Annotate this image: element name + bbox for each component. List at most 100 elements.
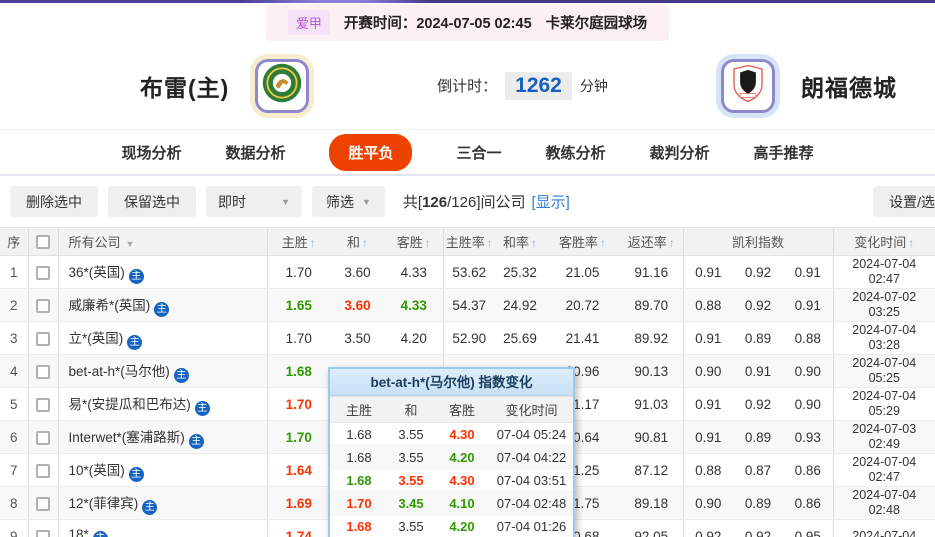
page: 爱甲 开赛时间：2024-07-05 02:45 卡莱尔庭园球场 布雷(主) 倒…: [0, 0, 935, 537]
change-time-cell: 2024-07-02 03:25: [833, 288, 935, 322]
select-all-checkbox[interactable]: [36, 235, 50, 250]
company-cell[interactable]: bet-at-h*(马尔他) 主: [58, 354, 268, 388]
home-rate-cell: 54.37: [443, 288, 495, 322]
filter-caret-icon: ▼: [125, 239, 135, 249]
draw-rate-cell: 25.69: [495, 321, 545, 355]
company-cell[interactable]: 36*(英国) 主: [58, 255, 268, 289]
tab-coach-analysis[interactable]: 教练分析: [546, 142, 606, 163]
kelly-away-cell: 0.90: [783, 354, 834, 388]
tab-referee-analysis[interactable]: 裁判分析: [650, 142, 710, 163]
tab-data-analysis[interactable]: 数据分析: [225, 142, 285, 163]
away-odds-cell: 4.20: [385, 321, 444, 355]
change-time-cell: 2024-07-03 02:49: [833, 420, 935, 454]
company-name: Interwet*(塞浦路斯): [68, 429, 185, 445]
tab-win-draw-lose[interactable]: 胜平负: [329, 133, 413, 171]
popup-header-time: 变化时间: [490, 396, 573, 423]
kelly-home-cell: 0.88: [683, 453, 733, 487]
row-seq: 4: [0, 354, 29, 388]
header-company[interactable]: 所有公司 ▼: [58, 227, 268, 256]
tab-expert-picks[interactable]: 高手推荐: [754, 142, 814, 163]
keep-selected-button[interactable]: 保留选中: [108, 186, 196, 217]
away-team-logo: [721, 58, 775, 113]
sort-asc-icon: ↑: [486, 236, 493, 250]
home-odds-cell: 1.64: [267, 453, 330, 487]
kelly-home-cell: 0.91: [683, 420, 733, 454]
home-badge-icon: 主: [142, 499, 158, 515]
kelly-home-cell: 0.90: [683, 486, 733, 520]
row-checkbox[interactable]: [36, 397, 50, 412]
header-draw-odds[interactable]: 和 ↑: [330, 227, 385, 256]
row-seq: 6: [0, 420, 29, 454]
row-checkbox-cell: [28, 486, 59, 520]
header-return-rate[interactable]: 返还率 ↑: [620, 227, 684, 256]
home-badge-icon: 主: [92, 530, 108, 537]
header-home-rate[interactable]: 主胜率 ↑: [443, 227, 495, 256]
tab-three-in-one[interactable]: 三合一: [456, 142, 501, 163]
draw-odds-cell: 3.60: [330, 255, 385, 289]
header-draw-rate[interactable]: 和率 ↑: [495, 227, 545, 256]
countdown: 倒计时： 1262 分钟: [437, 71, 608, 100]
company-cell[interactable]: 立*(英国) 主: [58, 321, 268, 355]
company-name: 18*: [68, 526, 89, 537]
kelly-draw-cell: 0.89: [733, 420, 783, 454]
kelly-draw-cell: 0.89: [733, 486, 783, 520]
popup-home-odds: 1.68: [330, 514, 388, 537]
popup-draw-odds: 3.55: [388, 445, 434, 469]
row-checkbox[interactable]: [36, 463, 50, 478]
popup-draw-odds: 3.55: [388, 422, 434, 446]
popup-draw-odds: 3.45: [388, 491, 434, 515]
company-cell[interactable]: 易*(安提瓜和巴布达) 主: [58, 387, 268, 421]
header-away-odds[interactable]: 客胜 ↑: [385, 227, 444, 256]
delete-selected-button[interactable]: 删除选中: [10, 186, 98, 217]
row-checkbox[interactable]: [36, 529, 50, 537]
home-badge-icon: 主: [188, 433, 204, 449]
popup-row: 1.68 3.55 4.20 07-04 04:22: [330, 445, 573, 469]
row-checkbox[interactable]: [36, 496, 50, 511]
company-cell[interactable]: Interwet*(塞浦路斯) 主: [58, 420, 268, 454]
match-info-box: 爱甲 开赛时间：2024-07-05 02:45 卡莱尔庭园球场: [265, 4, 670, 41]
return-rate-cell: 87.12: [620, 453, 684, 487]
home-crest-icon: [260, 61, 304, 110]
row-seq: 5: [0, 387, 29, 421]
company-name: 12*(菲律宾): [68, 495, 139, 511]
instant-dropdown[interactable]: 即时 ▼: [206, 186, 302, 217]
filter-dropdown[interactable]: 筛选 ▼: [312, 186, 385, 217]
popup-header-home: 主胜: [330, 396, 388, 423]
company-cell[interactable]: 10*(英国) 主: [58, 453, 268, 487]
home-odds-cell: 1.74: [267, 519, 330, 537]
row-checkbox[interactable]: [36, 331, 50, 346]
table-row: 1 36*(英国) 主 1.70 3.60 4.33 53.62 25.32 21…: [0, 255, 935, 289]
settings-button[interactable]: 设置/选: [873, 186, 935, 217]
header-away-rate[interactable]: 客胜率 ↑: [545, 227, 620, 256]
popup-change-time: 07-04 05:24: [490, 422, 573, 446]
header-home-odds[interactable]: 主胜 ↑: [267, 227, 330, 256]
kelly-home-cell: 0.91: [683, 387, 733, 421]
tab-live-analysis[interactable]: 现场分析: [121, 142, 181, 163]
popup-rows: 1.68 3.55 4.30 07-04 05:24 1.68 3.55 4.2…: [330, 422, 573, 537]
row-seq: 9: [0, 519, 29, 537]
home-odds-cell: 1.65: [267, 288, 330, 322]
company-cell[interactable]: 威廉希*(英国) 主: [58, 288, 268, 322]
company-count-text: 共[126/126]间公司: [402, 194, 526, 211]
home-odds-cell: 1.70: [267, 255, 330, 289]
header-change-time[interactable]: 变化时间 ↑: [833, 227, 935, 256]
chevron-down-icon: ▼: [281, 196, 290, 207]
row-checkbox[interactable]: [36, 364, 50, 379]
show-link[interactable]: [显示]: [532, 191, 570, 212]
company-cell[interactable]: 12*(菲律宾) 主: [58, 486, 268, 520]
home-odds-cell: 1.70: [267, 387, 330, 421]
popup-row: 1.68 3.55 4.30 07-04 03:51: [330, 468, 573, 492]
company-cell[interactable]: 18*主: [58, 519, 268, 537]
popup-header-draw: 和: [388, 396, 434, 423]
row-checkbox[interactable]: [36, 298, 50, 313]
header-checkbox-cell: [28, 227, 59, 256]
countdown-unit: 分钟: [579, 77, 608, 94]
popup-row: 1.70 3.45 4.10 07-04 02:48: [330, 491, 573, 515]
row-checkbox[interactable]: [36, 430, 50, 445]
row-checkbox-cell: [28, 453, 59, 487]
sort-asc-icon: ↑: [309, 236, 316, 250]
company-name: 易*(安提瓜和巴布达): [68, 396, 191, 412]
row-checkbox[interactable]: [36, 265, 50, 280]
kelly-home-cell: 0.92: [683, 519, 733, 537]
popup-row: 1.68 3.55 4.20 07-04 01:26: [330, 514, 573, 537]
